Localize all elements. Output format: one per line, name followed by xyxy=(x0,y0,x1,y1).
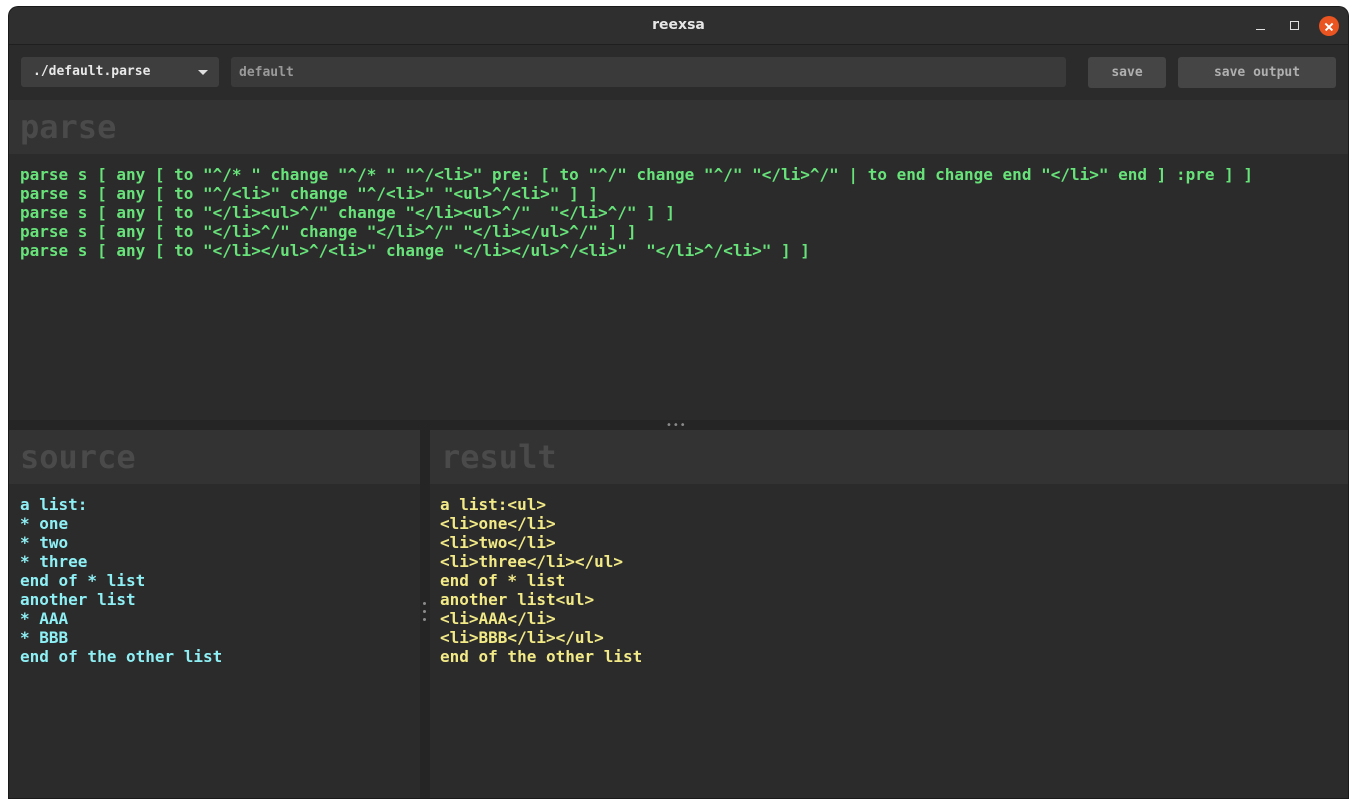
parse-code[interactable]: parse s [ any [ to "^/* " change "^/* " … xyxy=(20,165,1253,260)
name-input[interactable] xyxy=(231,57,1066,87)
maximize-icon[interactable] xyxy=(1286,17,1304,35)
file-select-value: ./default.parse xyxy=(33,64,151,79)
toolbar: ./default.parse save save output xyxy=(9,45,1348,100)
app-window: reexsa ./default.parse save save output … xyxy=(9,7,1348,798)
source-panel-heading: source xyxy=(9,430,420,484)
drag-handle-icon xyxy=(423,602,427,626)
chevron-down-icon xyxy=(198,70,208,75)
horizontal-splitter[interactable]: ••• xyxy=(9,420,1348,431)
save-output-button[interactable]: save output xyxy=(1178,57,1336,88)
window-title: reexsa xyxy=(652,17,705,33)
source-code[interactable]: a list: * one * two * three end of * lis… xyxy=(20,495,222,666)
result-code: a list:<ul> <li>one</li> <li>two</li> <l… xyxy=(440,495,643,666)
file-select[interactable]: ./default.parse xyxy=(21,57,219,87)
drag-handle-icon: ••• xyxy=(666,420,687,431)
save-button[interactable]: save xyxy=(1088,57,1166,88)
close-icon[interactable] xyxy=(1319,16,1339,36)
result-panel-heading: result xyxy=(430,430,1348,484)
vertical-splitter[interactable] xyxy=(420,430,430,798)
title-bar[interactable]: reexsa xyxy=(9,7,1348,45)
parse-panel-heading: parse xyxy=(9,100,1348,154)
minimize-icon[interactable] xyxy=(1251,17,1269,35)
